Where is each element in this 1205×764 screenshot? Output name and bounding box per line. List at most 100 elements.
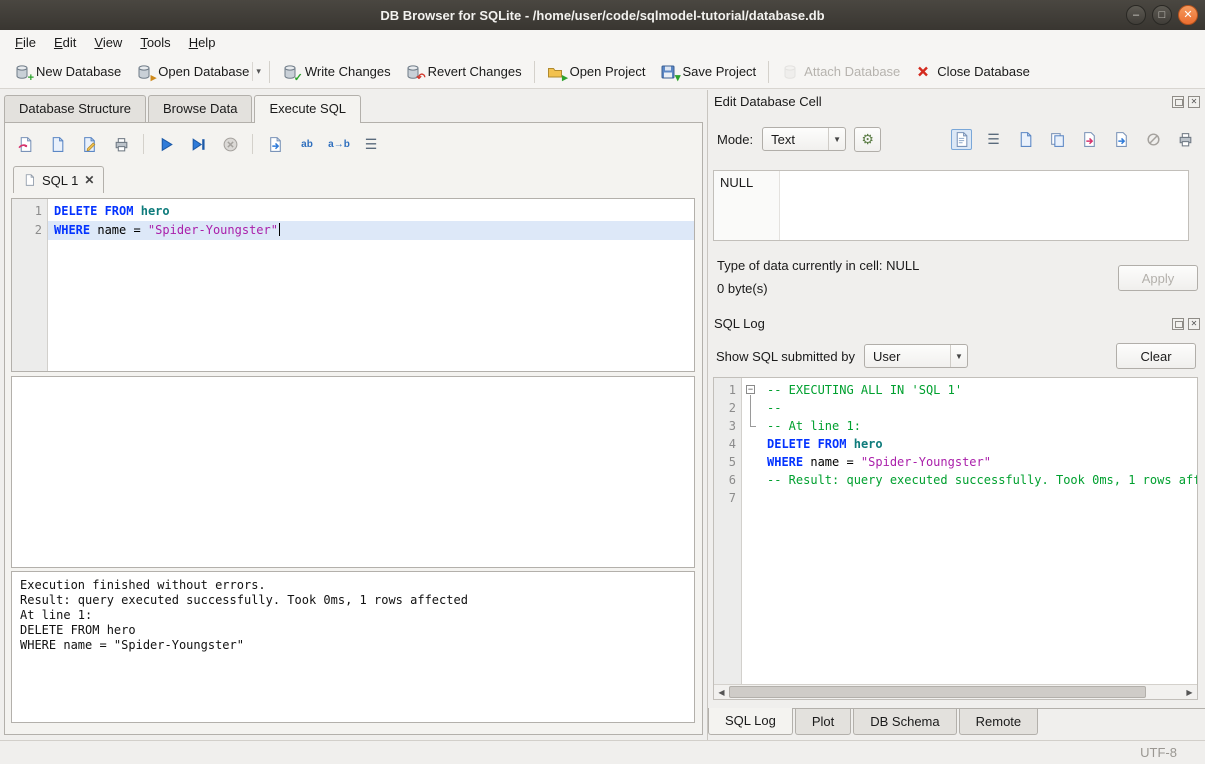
new-database-icon: + [13,63,30,80]
open-database-icon: ▸ [135,63,152,80]
log-filter-select[interactable]: User ▼ [864,344,968,368]
close-panel-icon[interactable]: ✕ [1188,318,1200,330]
revert-changes-button[interactable]: ↶ Revert Changes [398,59,529,84]
set-null-icon[interactable] [1143,129,1164,150]
window-controls: – □ ✕ [1126,5,1198,25]
print-sql-icon[interactable] [111,134,131,154]
float-panel-icon[interactable] [1172,96,1184,108]
auto-apply-button[interactable]: ⚙ [854,127,881,152]
log-line-numbers: 1234567 [714,378,742,699]
attach-database-button[interactable]: Attach Database [774,59,907,84]
attach-database-icon [781,63,798,80]
mode-select[interactable]: Text ▼ [762,127,846,151]
write-changes-button[interactable]: ✓ Write Changes [275,59,398,84]
sql-editor[interactable]: 12 DELETE FROM heroWHERE name = "Spider-… [11,198,695,372]
save-project-button[interactable]: ▾ Save Project [652,59,763,84]
clear-log-button[interactable]: Clear [1116,343,1196,369]
minimize-button[interactable]: – [1126,5,1146,25]
close-database-icon [914,63,931,80]
stop-execution-icon[interactable] [220,134,240,154]
sql-log-filter-row: Show SQL submitted by User ▼ Clear [716,342,1196,370]
statusbar: UTF-8 [0,740,1205,764]
mode-label: Mode: [717,132,753,147]
sql-tab-bar: SQL 1 ✕ [13,166,104,193]
cell-value-editor[interactable]: NULL [713,170,1189,241]
word-wrap-cell-icon[interactable]: ☰ [983,129,1004,150]
scroll-left-icon[interactable]: ◀ [714,685,729,699]
execute-all-icon[interactable] [156,134,176,154]
cell-mode-row: Mode: Text ▼ ⚙ ☰ [717,126,1196,152]
dock-tab-plot[interactable]: Plot [795,709,851,735]
toolbar-separator [269,61,270,83]
text-mode-icon[interactable] [951,129,972,150]
encoding-indicator[interactable]: UTF-8 [1140,745,1177,760]
cell-editor-icons: ☰ [951,129,1196,150]
main-toolbar: + New Database ▸ Open Database ▾ ✓ Write… [0,55,1205,89]
find-icon[interactable]: ab [297,134,317,154]
sql-editor-toolbar: ab a→b ☰ [15,130,694,158]
editor-line-numbers: 12 [12,199,48,371]
execute-current-line-icon[interactable] [188,134,208,154]
editor-code-area[interactable]: DELETE FROM heroWHERE name = "Spider-You… [48,199,694,371]
mode-value: Text [771,132,828,147]
dock-tab-db-schema[interactable]: DB Schema [853,709,956,735]
scrollbar-track[interactable] [729,685,1182,699]
log-code-area: -- EXECUTING ALL IN 'SQL 1'---- At line … [761,378,1197,699]
toolbar-separator [143,134,144,154]
revert-changes-label: Revert Changes [428,64,522,79]
maximize-button[interactable]: □ [1152,5,1172,25]
menu-tools[interactable]: Tools [131,31,179,54]
chevron-down-icon: ▼ [828,128,845,150]
apply-button[interactable]: Apply [1118,265,1198,291]
import-text-icon[interactable] [1015,129,1036,150]
open-database-label: Open Database [158,64,249,79]
execution-status-output: Execution finished without errors. Resul… [11,571,695,723]
tab-execute-sql[interactable]: Execute SQL [254,95,361,123]
save-sql-as-icon[interactable] [79,134,99,154]
titlebar[interactable]: DB Browser for SQLite - /home/user/code/… [0,0,1205,30]
sql-query-tab[interactable]: SQL 1 ✕ [13,166,104,193]
menu-view[interactable]: View [85,31,131,54]
scroll-right-icon[interactable]: ▶ [1182,685,1197,699]
menu-edit[interactable]: Edit [45,31,85,54]
open-database-dropdown[interactable]: ▾ [252,62,264,81]
open-sql-file-icon[interactable] [15,134,35,154]
find-replace-icon[interactable]: a→b [329,134,349,154]
print-cell-icon[interactable] [1175,129,1196,150]
right-dock-area: Edit Database Cell ✕ Mode: Text ▼ ⚙ ☰ [707,90,1205,740]
close-panel-icon[interactable]: ✕ [1188,96,1200,108]
sql-log-panel-title: SQL Log [714,316,765,331]
sql-log-view: 1234567 − -- EXECUTING ALL IN 'SQL 1'---… [713,377,1198,700]
sql-log-dock-buttons: ✕ [1172,318,1200,330]
write-changes-label: Write Changes [305,64,391,79]
copy-cell-icon[interactable] [1047,129,1068,150]
tab-browse-data[interactable]: Browse Data [148,95,252,122]
export-text-icon[interactable] [1079,129,1100,150]
write-changes-icon: ✓ [282,63,299,80]
new-database-button[interactable]: + New Database [6,59,128,84]
open-database-button[interactable]: ▸ Open Database [128,59,256,84]
log-horizontal-scrollbar[interactable]: ◀ ▶ [714,684,1197,699]
chevron-down-icon: ▼ [950,345,967,367]
word-wrap-icon[interactable]: ☰ [361,134,381,154]
save-as-cell-icon[interactable] [1111,129,1132,150]
close-button[interactable]: ✕ [1178,5,1198,25]
query-results-grid[interactable] [11,376,695,568]
close-database-button[interactable]: Close Database [907,59,1037,84]
dock-tab-remote[interactable]: Remote [959,709,1039,735]
open-project-button[interactable]: ▸ Open Project [540,59,653,84]
close-tab-icon[interactable]: ✕ [84,173,94,187]
close-database-label: Close Database [937,64,1030,79]
menu-help[interactable]: Help [180,31,225,54]
open-query-new-tab-icon[interactable] [265,134,285,154]
new-database-label: New Database [36,64,121,79]
menubar: File Edit View Tools Help [0,30,1205,55]
float-panel-icon[interactable] [1172,318,1184,330]
scrollbar-thumb[interactable] [729,686,1146,698]
dock-tab-sql-log[interactable]: SQL Log [708,708,793,735]
save-project-icon: ▾ [659,63,676,80]
save-sql-file-icon[interactable] [47,134,67,154]
log-fold-column[interactable]: − [742,378,761,699]
tab-database-structure[interactable]: Database Structure [4,95,146,122]
menu-file[interactable]: File [6,31,45,54]
